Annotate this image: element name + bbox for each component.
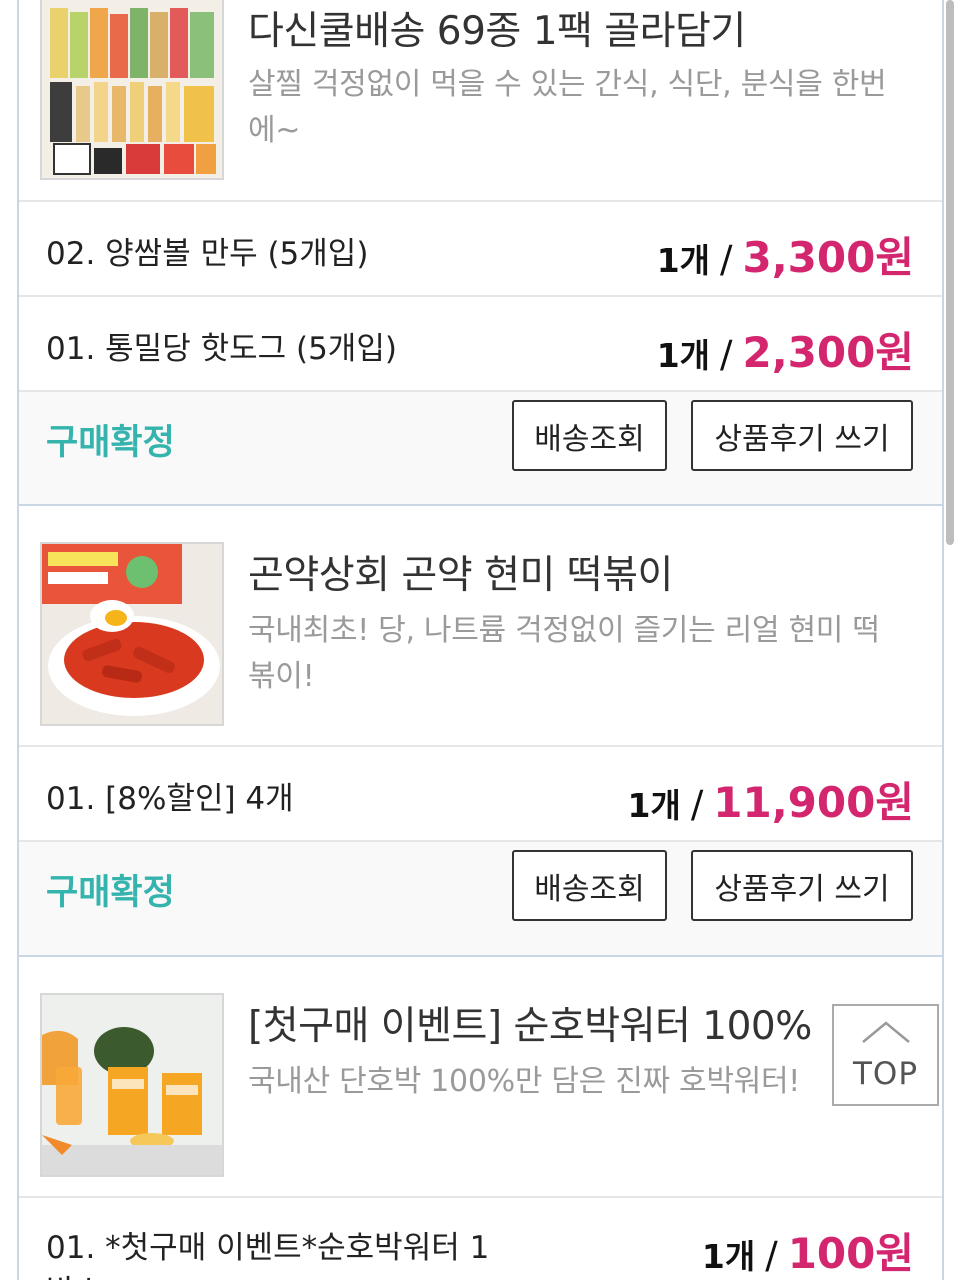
option-quantity: 1개 [627,786,681,825]
order-status-label: 구매확정 [46,873,175,913]
order-list-page: 다신쿨배송 69종 1팩 골라담기 살찔 걱정없이 먹을 수 있는 간식, 식단… [0,0,960,1280]
snack-variety-pack-image[interactable] [40,0,224,180]
product-thumbnail-icon [42,0,222,178]
option-quantity: 1개 [701,1237,756,1276]
pumpkin-water-image[interactable] [40,993,224,1177]
product-thumbnail-icon [42,995,222,1175]
product-thumbnail-icon [42,544,222,724]
price-separator: / [720,238,733,281]
order-status-label: 구매확정 [46,423,175,463]
option-amount: 2,300원 [742,328,915,377]
product-info[interactable]: [첫구매 이벤트] 순호박워터 100% 국내산 단호박 100%만 담은 진짜… [19,993,942,1193]
option-quantity: 1개 [656,241,711,280]
scroll-to-top-button[interactable]: TOP [832,1004,939,1106]
order-option-row: 01. [8%할인] 4개 1개 / 11,900원 [19,745,942,840]
product-info[interactable]: 다신쿨배송 69종 1팩 골라담기 살찔 걱정없이 먹을 수 있는 간식, 식단… [19,0,942,186]
order-action-row: 구매확정 배송조회 상품후기 쓰기 [19,840,942,955]
product-title[interactable]: [첫구매 이벤트] 순호박워터 100% [248,995,812,1051]
order-action-row: 구매확정 배송조회 상품후기 쓰기 [19,390,942,505]
scrollbar[interactable] [946,0,954,545]
option-quantity: 1개 [656,336,711,375]
option-price: 1개 / 2,300원 [657,319,914,380]
option-name: 01. *첫구매 이벤트*순호박워터 1 [46,1230,490,1266]
write-review-button[interactable]: 상품후기 쓰기 [691,850,913,921]
price-separator: / [690,783,704,826]
product-description: 국내최초! 당, 나트륨 걱정없이 즐기는 리얼 현미 떡볶이! [248,613,880,694]
order-card: [첫구매 이벤트] 순호박워터 100% 국내산 단호박 100%만 담은 진짜… [17,957,944,1280]
order-option-row: 01. *첫구매 이벤트*순호박워터 1 박스 1개 / 100원 [19,1196,942,1280]
option-price: 1개 / 11,900원 [627,769,914,830]
product-description: 살찔 걱정없이 먹을 수 있는 간식, 식단, 분식을 한번에~ [248,67,887,148]
option-amount: 11,900원 [713,778,914,827]
price-separator: / [720,333,733,376]
tteokbokki-bowl-image[interactable] [40,542,224,726]
option-name: 01. 통밀당 핫도그 (5개입) [46,331,397,367]
track-delivery-button[interactable]: 배송조회 [512,400,667,471]
top-label: TOP [852,1056,919,1092]
order-card: 다신쿨배송 69종 1팩 골라담기 살찔 걱정없이 먹을 수 있는 간식, 식단… [17,0,944,505]
price-separator: / [765,1234,778,1277]
product-title[interactable]: 다신쿨배송 69종 1팩 골라담기 [248,0,746,56]
product-info[interactable]: 곤약상회 곤약 현미 떡볶이 국내최초! 당, 나트륨 걱정없이 즐기는 리얼 … [19,542,942,742]
chevron-up-icon [862,1021,910,1043]
option-name: 01. [8%할인] 4개 [46,781,294,817]
order-option-row: 02. 양쌈볼 만두 (5개입) 1개 / 3,300원 [19,200,942,295]
write-review-button[interactable]: 상품후기 쓰기 [691,400,913,471]
option-price: 1개 / 100원 [702,1220,914,1280]
option-name: 02. 양쌈볼 만두 (5개입) [46,236,369,272]
order-card: 곤약상회 곤약 현미 떡볶이 국내최초! 당, 나트륨 걱정없이 즐기는 리얼 … [17,506,944,956]
option-name-continued: 박스 [46,1266,103,1280]
option-amount: 100원 [787,1229,914,1278]
option-price: 1개 / 3,300원 [657,224,914,285]
track-delivery-button[interactable]: 배송조회 [512,850,667,921]
option-amount: 3,300원 [742,233,915,282]
product-description: 국내산 단호박 100%만 담은 진짜 호박워터! [248,1064,800,1099]
order-option-row: 01. 통밀당 핫도그 (5개입) 1개 / 2,300원 [19,295,942,390]
product-title[interactable]: 곤약상회 곤약 현미 떡볶이 [248,544,673,600]
